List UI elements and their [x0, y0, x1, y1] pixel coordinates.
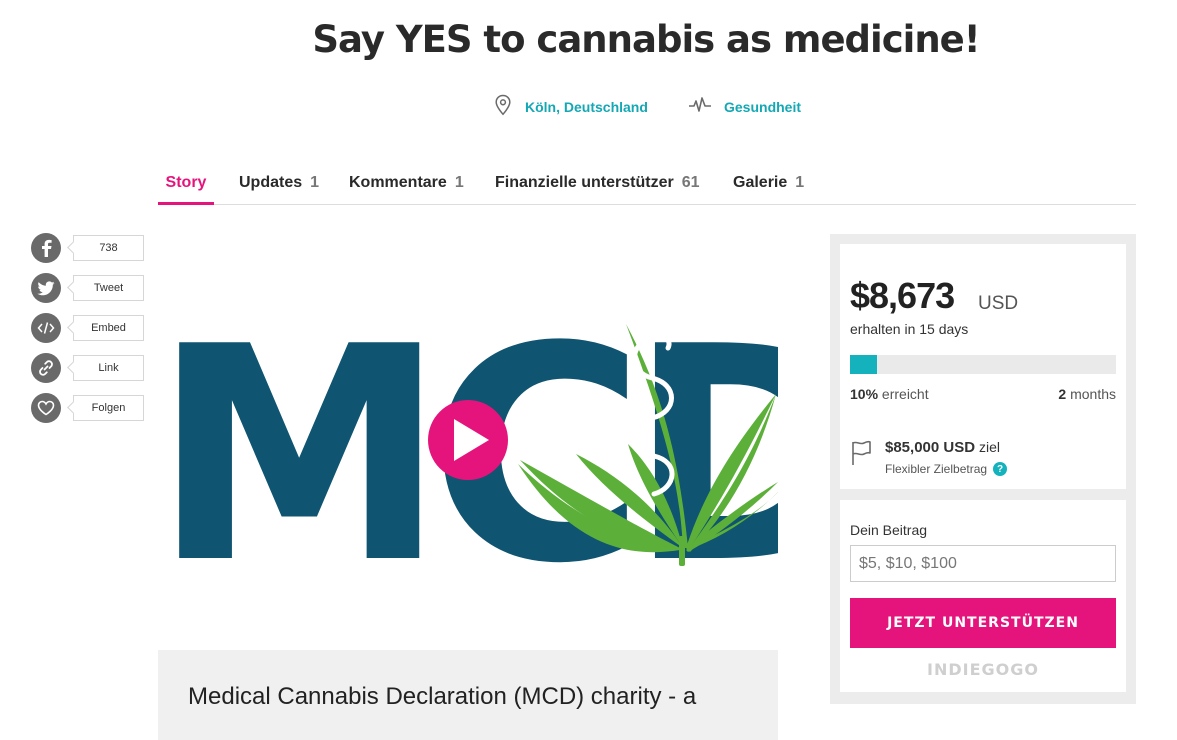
facebook-icon [31, 233, 61, 263]
tab-story[interactable]: Story [158, 160, 214, 205]
funding-card: $8,673 USD erhalten in 15 days 10% errei… [840, 244, 1126, 489]
tab-count: 1 [310, 174, 320, 191]
tab-label: Kommentare [349, 174, 447, 191]
heart-icon [31, 393, 61, 423]
back-it-button[interactable]: JETZT UNTERSTÜTZEN [850, 598, 1116, 648]
play-button[interactable] [428, 400, 508, 480]
location-link[interactable]: Köln, Deutschland [493, 94, 648, 121]
funding-goal: $85,000 USD ziel [885, 439, 1000, 456]
raised-currency: USD [978, 293, 1019, 314]
flexible-goal: Flexibler Zielbetrag ? [885, 462, 1008, 476]
mcd-logo-image: MCD [158, 283, 778, 628]
campaign-video[interactable]: MCD [158, 236, 778, 628]
campaign-description: Medical Cannabis Declaration (MCD) chari… [158, 650, 778, 740]
time-unit: months [1070, 386, 1116, 402]
share-count: 738 [73, 235, 144, 261]
location-pin-icon [493, 94, 513, 121]
embed-icon [31, 313, 61, 343]
location-label: Köln, Deutschland [525, 99, 648, 115]
contribution-card: Dein Beitrag JETZT UNTERSTÜTZEN INDIEGOG… [840, 500, 1126, 692]
tab-bar: Story Updates 1 Kommentare 1 Finanzielle u… [158, 160, 1136, 205]
category-link[interactable]: Gesundheit [688, 96, 801, 118]
pulse-icon [688, 95, 712, 120]
flexible-goal-label: Flexibler Zielbetrag [885, 462, 988, 476]
share-twitter[interactable]: Tweet [31, 273, 144, 303]
description-text: Medical Cannabis Declaration (MCD) chari… [188, 683, 697, 710]
tab-label: Updates [239, 174, 303, 191]
tab-count: 61 [681, 174, 700, 191]
contribution-amount-input[interactable] [850, 545, 1116, 582]
funding-panel: $8,673 USD erhalten in 15 days 10% errei… [830, 234, 1136, 704]
share-follow[interactable]: Folgen [31, 393, 144, 423]
tab-updates[interactable]: Updates 1 [239, 160, 319, 203]
tab-label: Galerie [733, 174, 788, 191]
received-duration: erhalten in 15 days [850, 321, 969, 337]
time-value: 2 [1058, 386, 1067, 402]
percent-reached: 10% erreicht [850, 386, 929, 402]
share-facebook[interactable]: 738 [31, 233, 144, 263]
help-icon[interactable]: ? [993, 462, 1008, 476]
tab-label: Finanzielle unterstützer [495, 174, 674, 191]
funding-progress-fill [850, 355, 877, 374]
contribution-label: Dein Beitrag [850, 522, 928, 538]
indiegogo-logo: INDIEGOGO [927, 660, 1039, 679]
goal-amount: $85,000 USD [885, 439, 976, 456]
tweet-label: Tweet [73, 275, 144, 301]
twitter-icon [31, 273, 61, 303]
link-icon [31, 353, 61, 383]
tab-finanzielle-unterstuetzer[interactable]: Finanzielle unterstützer 61 [495, 160, 700, 203]
category-label: Gesundheit [724, 99, 802, 115]
share-link[interactable]: Link [31, 353, 144, 383]
percent-value: 10% [850, 386, 879, 402]
tab-count: 1 [795, 174, 805, 191]
percent-suffix: erreicht [881, 386, 929, 402]
embed-label: Embed [73, 315, 144, 341]
tab-kommentare[interactable]: Kommentare 1 [349, 160, 464, 203]
tab-label: Story [165, 174, 207, 191]
follow-label: Folgen [73, 395, 144, 421]
time-remaining: 2 months [1058, 386, 1116, 402]
link-label: Link [73, 355, 144, 381]
raised-amount: $8,673 [850, 275, 955, 316]
goal-suffix: ziel [978, 439, 1000, 455]
tab-galerie[interactable]: Galerie 1 [733, 160, 804, 203]
funding-progress-bar [850, 355, 1116, 374]
tab-count: 1 [454, 174, 464, 191]
flag-icon [850, 439, 874, 472]
share-embed[interactable]: Embed [31, 313, 144, 343]
page-title: Say YES to cannabis as medicine! [312, 18, 980, 61]
